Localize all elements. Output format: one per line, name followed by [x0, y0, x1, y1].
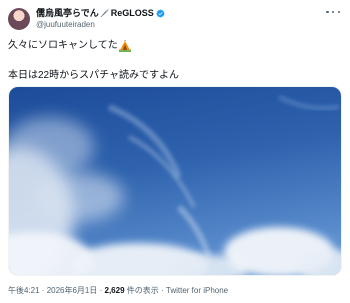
- user-handle[interactable]: @juufuuteiraden: [36, 19, 165, 30]
- display-name-group: ReGLOSS: [110, 8, 154, 18]
- separator: ·: [39, 286, 47, 295]
- feather-emoji-icon: [100, 9, 110, 18]
- avatar[interactable]: [8, 8, 30, 30]
- separator: ·: [158, 286, 166, 295]
- tweet-footer: 午後4:21 · 2026年6月1日 · 2,629 件の表示 · Twitte…: [8, 285, 228, 296]
- more-options-icon[interactable]: [326, 9, 340, 15]
- tweet-text-line1: 久々にソロキャンしてた: [8, 39, 179, 52]
- views-label: 件の表示: [124, 286, 159, 295]
- tweet-text-line2: 本日は22時からスパチャ読みですよん: [8, 70, 180, 81]
- tweet-photo[interactable]: [8, 86, 342, 276]
- user-info: 儒烏風亭らでん ReGLOSS @juufuuteiraden: [36, 8, 165, 30]
- separator: ·: [97, 286, 105, 295]
- tweet-header: 儒烏風亭らでん ReGLOSS @juufuuteiraden: [8, 4, 165, 34]
- post-time[interactable]: 午後4:21: [8, 286, 40, 295]
- display-name-text: 儒烏風亭らでん: [36, 8, 99, 18]
- camping-tent-icon: [118, 39, 131, 52]
- display-name[interactable]: 儒烏風亭らでん ReGLOSS: [36, 8, 165, 19]
- tweet-text: 久々にソロキャンしてた 本日は22時からスパチャ読みですよん: [8, 39, 179, 82]
- tweet-text-line1-content: 久々にソロキャンしてた: [8, 40, 118, 51]
- client-name: Twitter for iPhone: [165, 286, 229, 295]
- post-date[interactable]: 2026年6月1日: [47, 286, 98, 295]
- tweet-card: 儒烏風亭らでん ReGLOSS @juufuuteiraden 久々にソロキャン…: [0, 0, 350, 303]
- views-count: 2,629: [104, 286, 125, 295]
- verified-badge-icon: [156, 9, 165, 18]
